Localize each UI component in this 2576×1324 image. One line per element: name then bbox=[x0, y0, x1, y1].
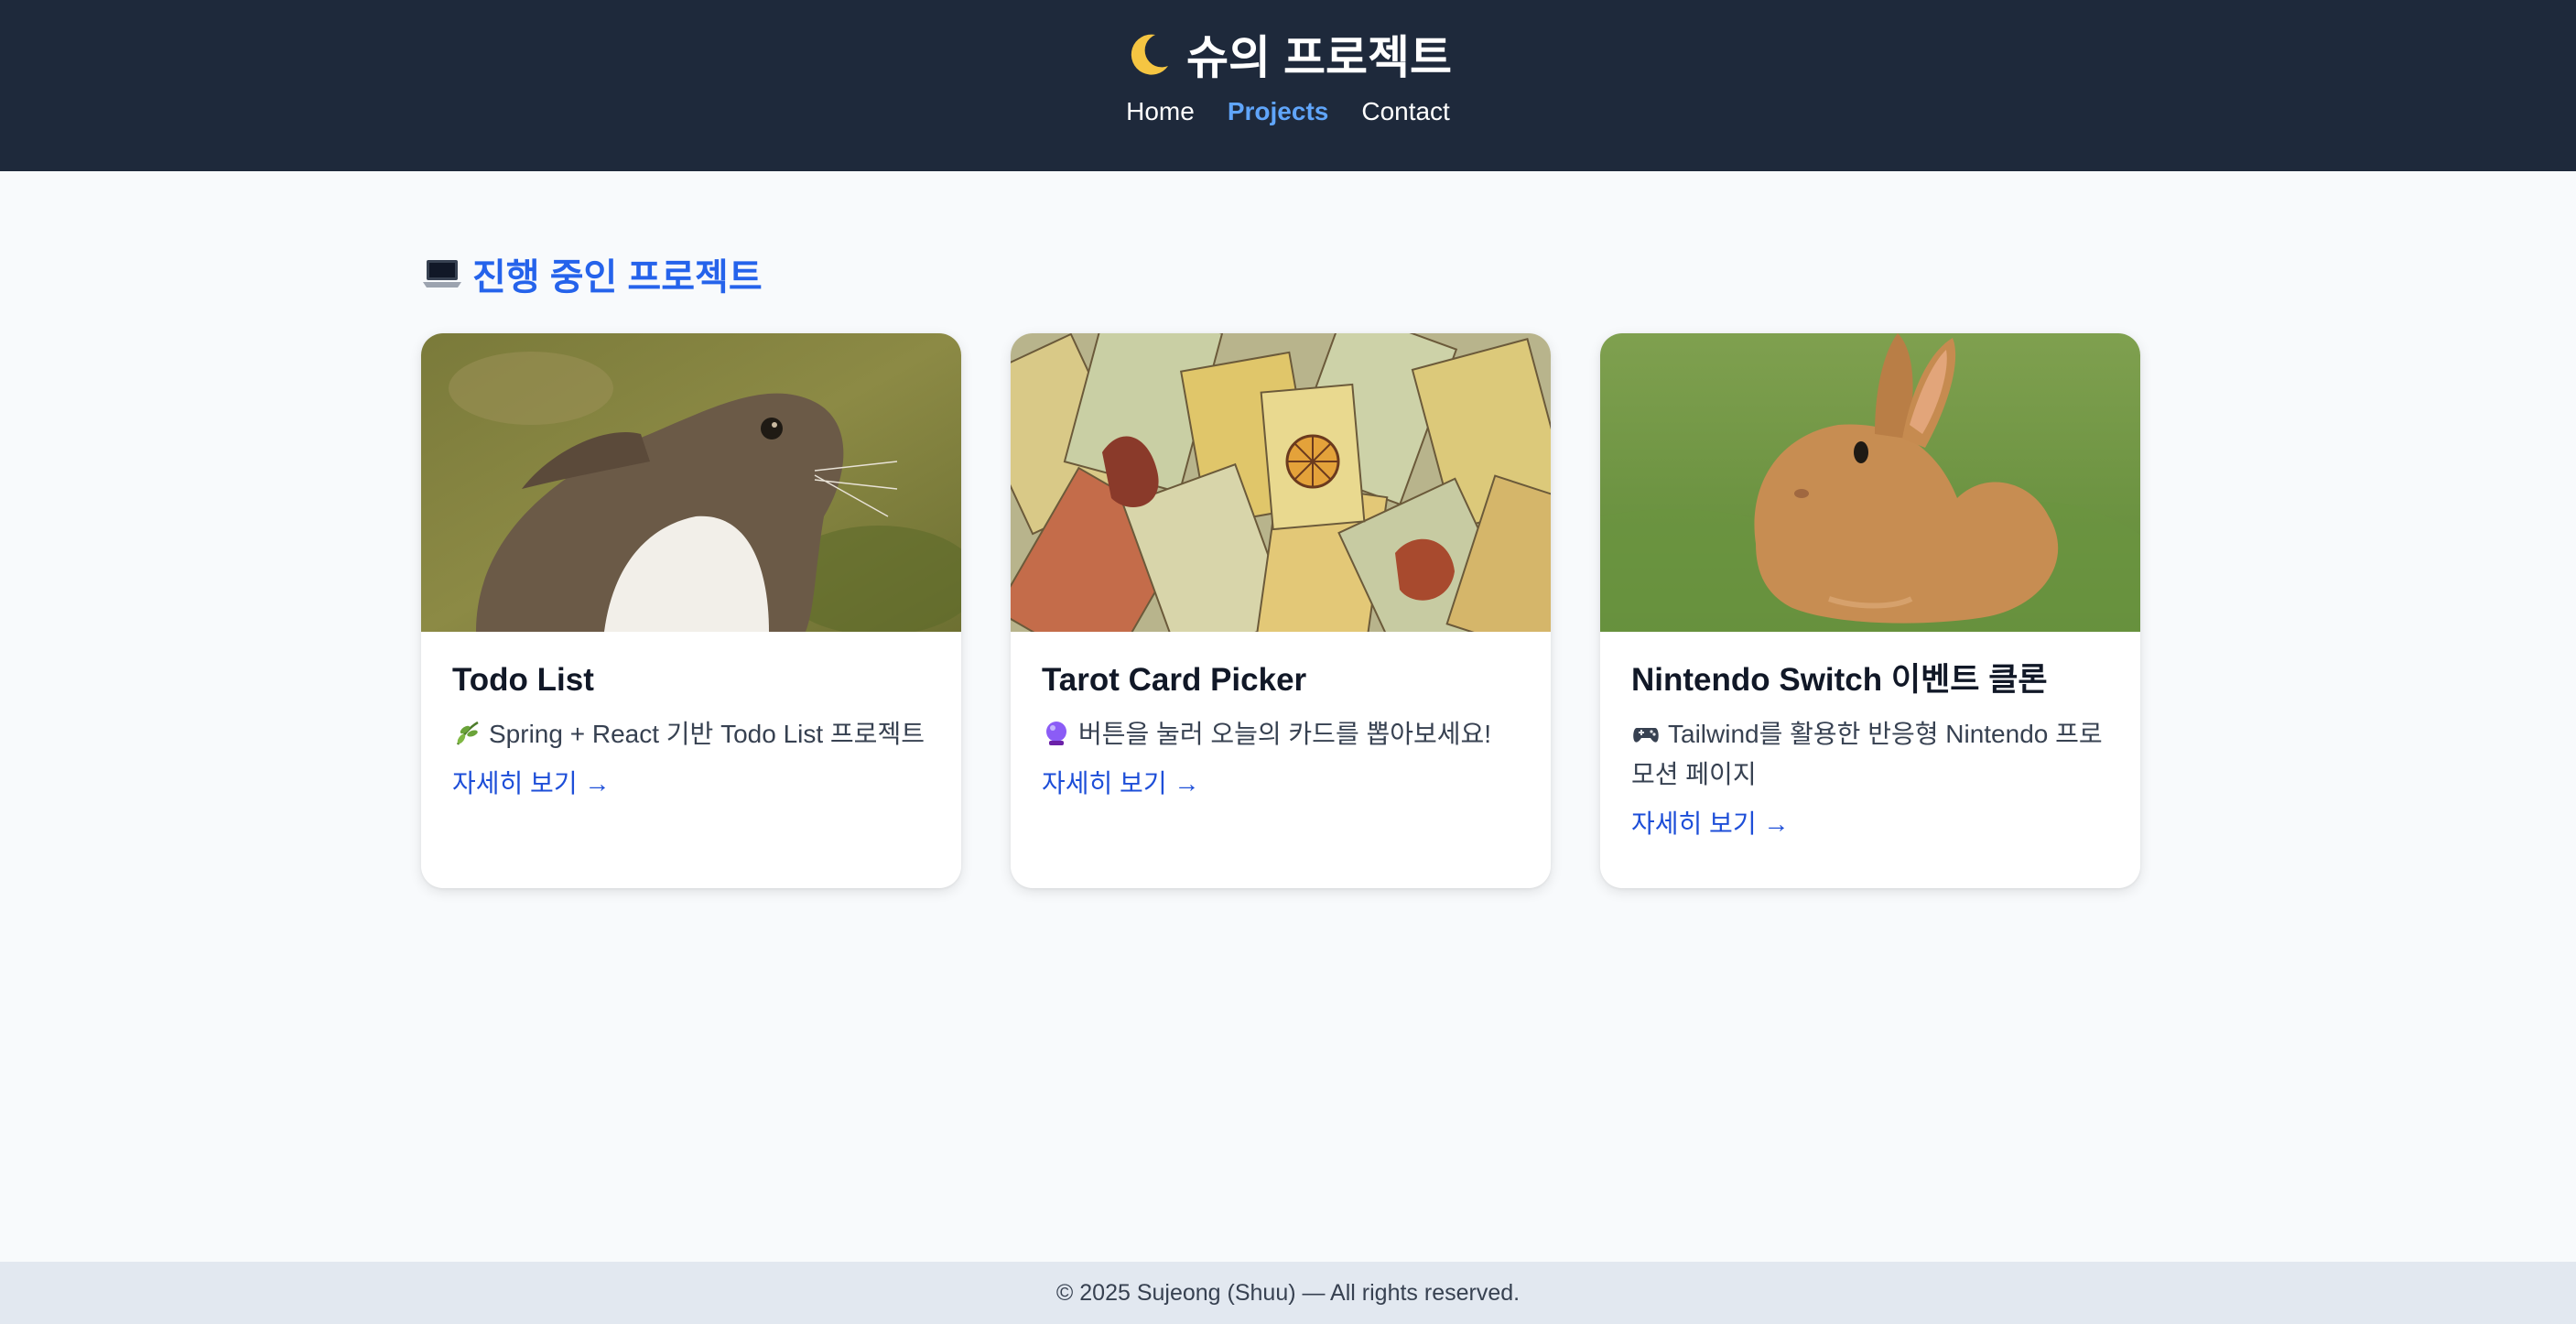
nav-contact[interactable]: Contact bbox=[1361, 95, 1450, 128]
main-nav: Home Projects Contact bbox=[1126, 95, 1450, 128]
card-description-text: 버튼을 눌러 오늘의 카드를 뽑아보세요! bbox=[1078, 720, 1492, 748]
card-body: Tarot Card Picker 버튼을 눌러 오늘의 카드를 뽑아보세요! … bbox=[1011, 632, 1551, 802]
rabbit-photo bbox=[421, 333, 961, 632]
project-card-tarot[interactable]: Tarot Card Picker 버튼을 눌러 오늘의 카드를 뽑아보세요! … bbox=[1011, 333, 1551, 888]
section-title: 진행 중인 프로젝트 bbox=[421, 246, 763, 301]
site-header: 슈의 프로젝트 Home Projects Contact bbox=[0, 0, 2576, 171]
game-controller-icon bbox=[1633, 728, 1659, 743]
brown-rabbit-photo bbox=[1600, 333, 2140, 632]
card-title: Tarot Card Picker bbox=[1042, 662, 1307, 698]
card-description: 버튼을 눌러 오늘의 카드를 뽑아보세요! bbox=[1042, 714, 1520, 754]
project-card-todo[interactable]: Todo List Spring + React 기반 Todo List 프로… bbox=[421, 333, 961, 888]
project-cards: Todo List Spring + React 기반 Todo List 프로… bbox=[421, 333, 2140, 888]
tarot-cards-photo bbox=[1011, 333, 1551, 632]
card-detail-link[interactable]: 자세히 보기 → bbox=[1042, 765, 1199, 802]
site-title[interactable]: 슈의 프로젝트 bbox=[1124, 26, 1452, 83]
section-title-text: 진행 중인 프로젝트 bbox=[472, 257, 763, 298]
card-description-text: Spring + React 기반 Todo List 프로젝트 bbox=[489, 720, 925, 748]
card-detail-link[interactable]: 자세히 보기 → bbox=[1631, 806, 1789, 842]
footer-copyright: © 2025 Sujeong (Shuu) — All rights reser… bbox=[1055, 1279, 1521, 1306]
card-detail-link[interactable]: 자세히 보기 → bbox=[452, 765, 610, 802]
card-description: Tailwind를 활용한 반응형 Nintendo 프로모션 페이지 bbox=[1631, 714, 2109, 795]
project-card-nintendo[interactable]: Nintendo Switch 이벤트 클론 Tailwind를 활용한 반응형… bbox=[1600, 333, 2140, 888]
moon-icon bbox=[1131, 34, 1169, 75]
card-body: Todo List Spring + React 기반 Todo List 프로… bbox=[421, 632, 961, 802]
card-title: Nintendo Switch 이벤트 클론 bbox=[1631, 662, 2048, 698]
nav-projects[interactable]: Projects bbox=[1228, 95, 1329, 128]
card-title: Todo List bbox=[452, 662, 594, 698]
crystal-ball-icon bbox=[1046, 722, 1066, 745]
site-footer: © 2025 Sujeong (Shuu) — All rights reser… bbox=[0, 1262, 2576, 1324]
herb-icon bbox=[456, 721, 479, 745]
card-body: Nintendo Switch 이벤트 클론 Tailwind를 활용한 반응형… bbox=[1600, 632, 2140, 842]
site-title-text: 슈의 프로젝트 bbox=[1186, 32, 1452, 83]
card-description-text: Tailwind를 활용한 반응형 Nintendo 프로모션 페이지 bbox=[1631, 720, 2103, 788]
card-description: Spring + React 기반 Todo List 프로젝트 bbox=[452, 714, 930, 754]
laptop-icon bbox=[423, 260, 461, 288]
nav-home[interactable]: Home bbox=[1126, 95, 1195, 128]
